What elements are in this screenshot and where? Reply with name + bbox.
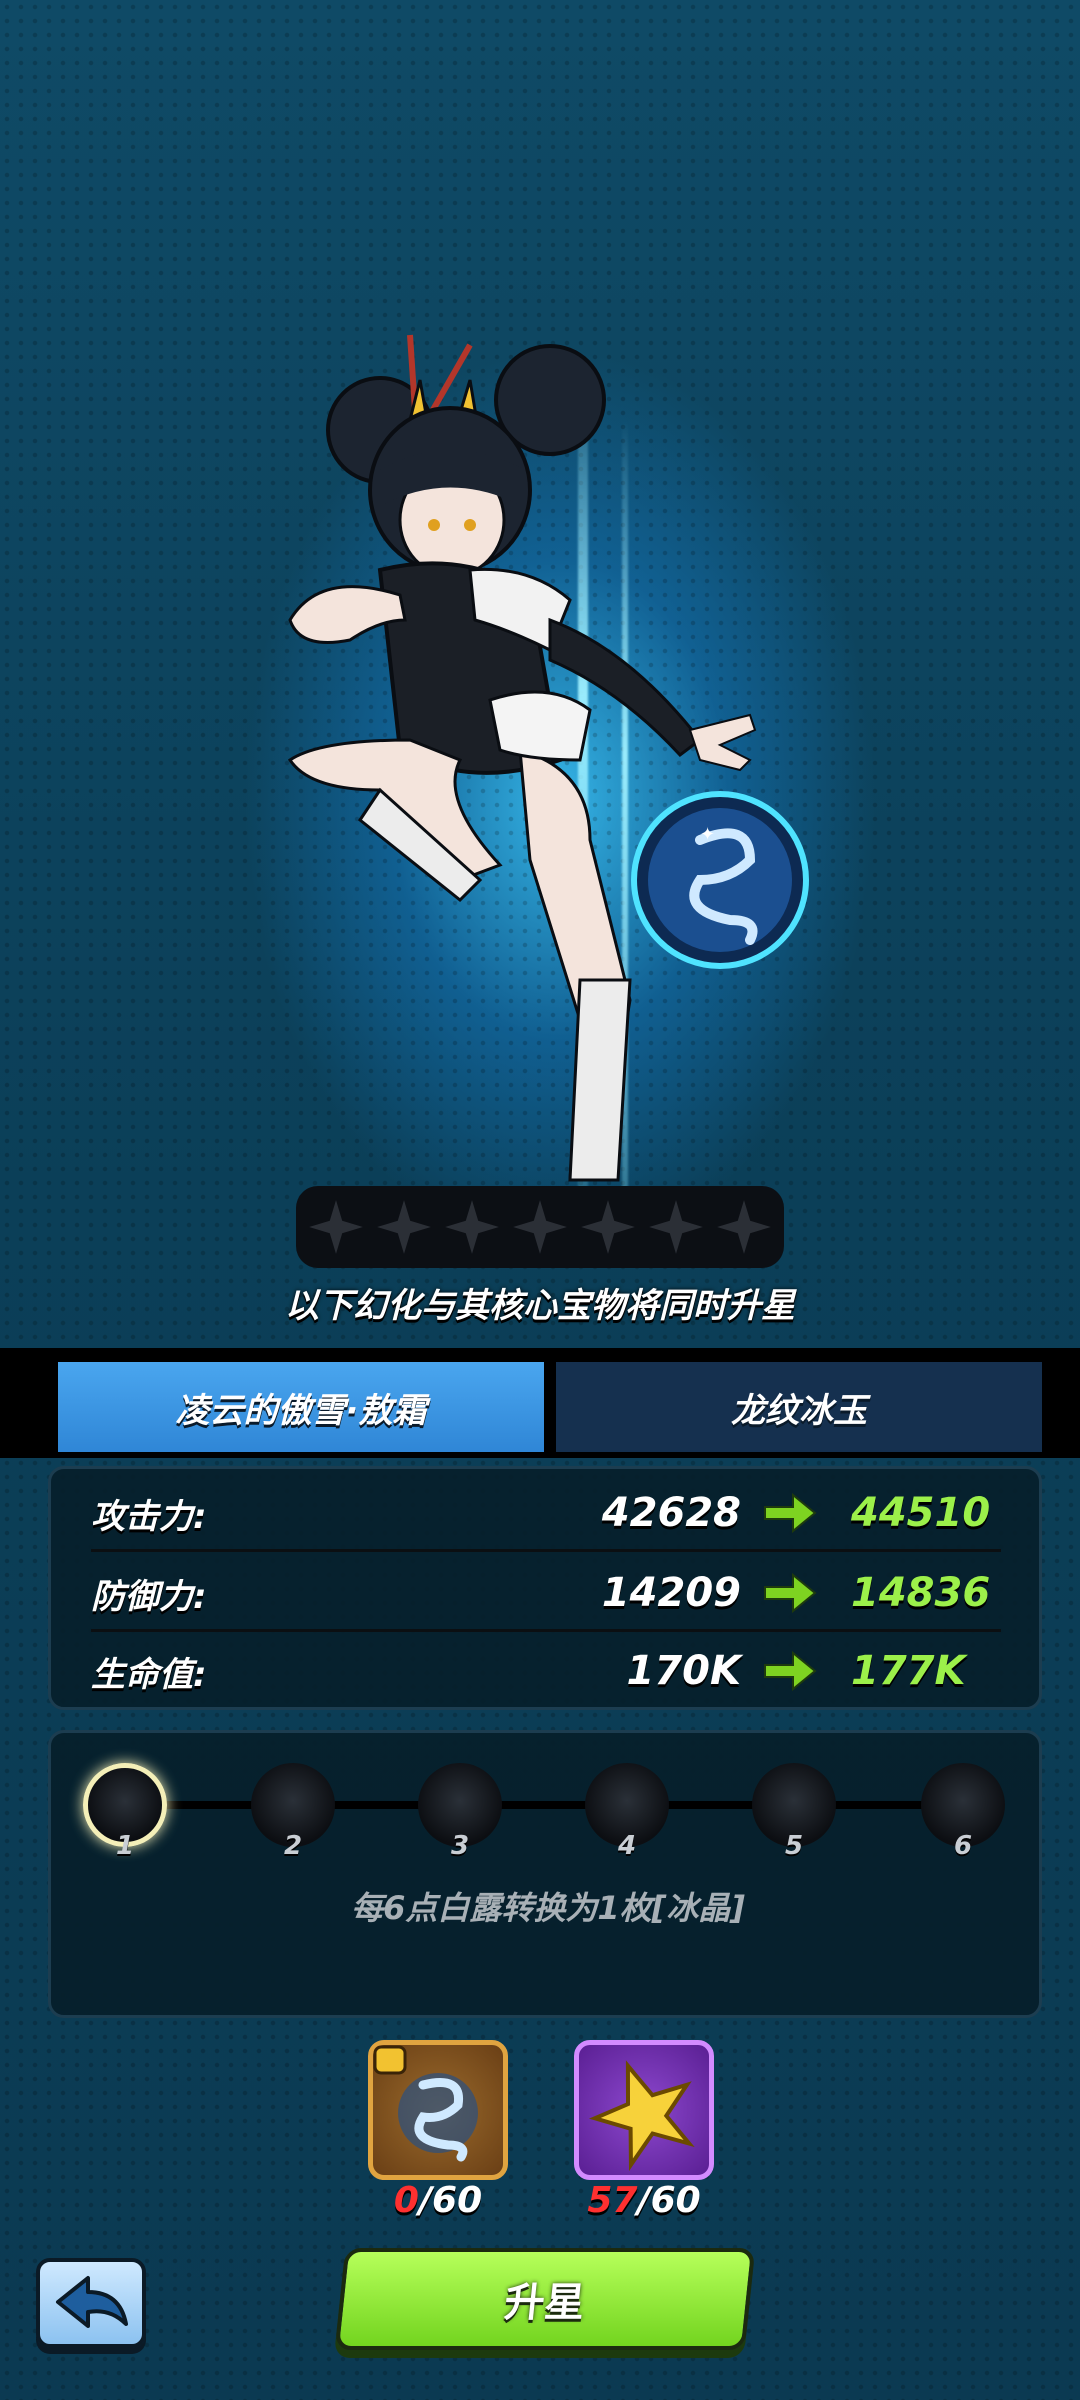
dragon-fragment-icon xyxy=(373,2045,478,2162)
star-count: 57/60 xyxy=(587,2180,701,2221)
stat-current-value: 14209 xyxy=(601,1570,741,1616)
empty-star-icon xyxy=(445,1200,499,1254)
node-label: 6 xyxy=(953,1831,973,1861)
divider xyxy=(91,1549,1001,1552)
stat-current-value: 42628 xyxy=(601,1490,741,1536)
upgrade-star-button[interactable]: 升星 xyxy=(334,2248,756,2350)
stat-row-defense: 防御力: 14209 14836 xyxy=(91,1555,1001,1631)
empty-star-icon xyxy=(717,1200,771,1254)
node-label: 4 xyxy=(617,1831,637,1861)
stat-current-value: 170K xyxy=(626,1648,742,1694)
tab-treasure[interactable]: 龙纹冰玉 xyxy=(556,1362,1042,1452)
count-have: 57 xyxy=(587,2180,638,2221)
node-label: 1 xyxy=(115,1831,135,1861)
stat-next-value: 177K xyxy=(851,1648,966,1694)
tab-transformation[interactable]: 凌云的傲雪·敖霜 xyxy=(58,1362,544,1452)
divider xyxy=(91,1629,1001,1632)
arrow-right-icon xyxy=(764,1493,817,1533)
upgrade-notice: 以下幻化与其核心宝物将同时升星 xyxy=(285,1286,795,1326)
gold-star-icon xyxy=(588,2060,695,2172)
node-label: 2 xyxy=(283,1831,303,1861)
stat-row-attack: 攻击力: 42628 44510 xyxy=(91,1475,1001,1551)
count-need: 60 xyxy=(650,2180,701,2221)
dragon-fragment-item[interactable] xyxy=(368,2040,508,2180)
gold-star-item[interactable] xyxy=(574,2040,714,2180)
arrow-right-icon xyxy=(764,1651,817,1691)
empty-star-icon xyxy=(377,1200,431,1254)
svg-text:✦: ✦ xyxy=(700,824,715,845)
count-have: 0 xyxy=(393,2180,419,2221)
empty-star-icon xyxy=(649,1200,703,1254)
back-button[interactable] xyxy=(36,2258,146,2348)
stat-next-value: 44510 xyxy=(851,1490,991,1536)
node-label: 5 xyxy=(784,1831,804,1861)
star-rating-bar xyxy=(296,1186,784,1268)
empty-star-icon xyxy=(309,1200,363,1254)
empty-star-icon xyxy=(513,1200,567,1254)
node-label: 3 xyxy=(450,1831,470,1861)
star-node-panel: 1 2 3 4 5 6 每6点白露转换为1枚[冰晶] xyxy=(48,1730,1042,2018)
character-portrait: ✦ xyxy=(287,334,809,1182)
stat-label: 防御力: xyxy=(91,1576,207,1617)
fragment-count: 0/60 xyxy=(393,2180,483,2221)
stats-panel: 攻击力: 42628 44510 防御力: 14209 14836 生命值: 1… xyxy=(48,1466,1042,1710)
stat-row-hp: 生命值: 170K 177K xyxy=(91,1633,1001,1709)
back-arrow-icon xyxy=(56,2276,128,2328)
stat-next-value: 14836 xyxy=(851,1570,991,1616)
arrow-right-icon xyxy=(764,1573,817,1613)
empty-star-icon xyxy=(581,1200,635,1254)
stat-label: 攻击力: xyxy=(91,1496,207,1537)
count-need: 60 xyxy=(432,2180,483,2221)
conversion-description: 每6点白露转换为1枚[冰晶] xyxy=(351,1889,745,1927)
stat-label: 生命值: xyxy=(91,1654,207,1695)
